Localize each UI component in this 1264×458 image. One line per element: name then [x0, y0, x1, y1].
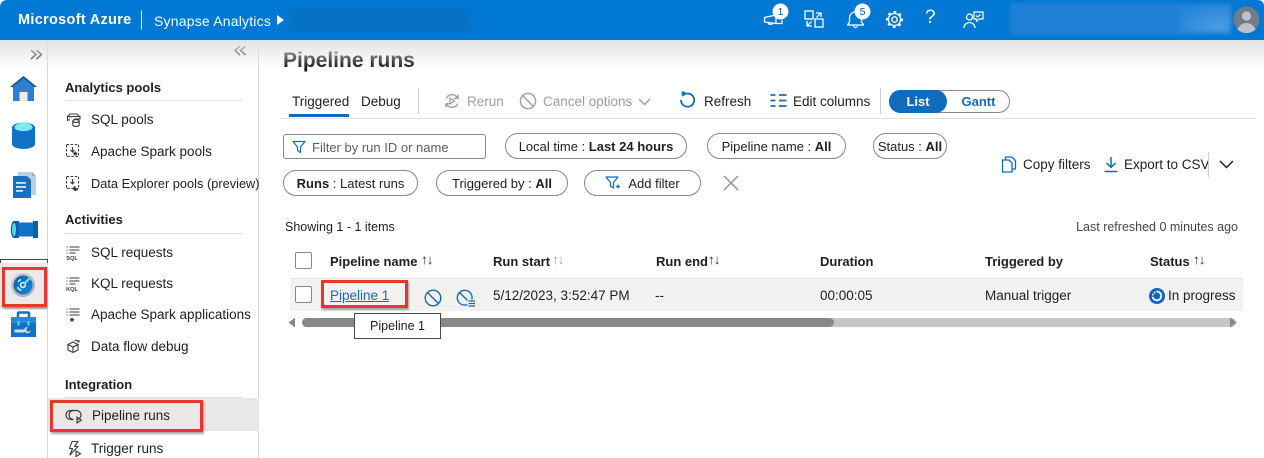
svg-text:KQL: KQL: [66, 287, 78, 292]
svg-text:5: 5: [860, 6, 866, 18]
svg-text:1: 1: [778, 6, 784, 18]
svg-text:SQL: SQL: [66, 256, 78, 261]
